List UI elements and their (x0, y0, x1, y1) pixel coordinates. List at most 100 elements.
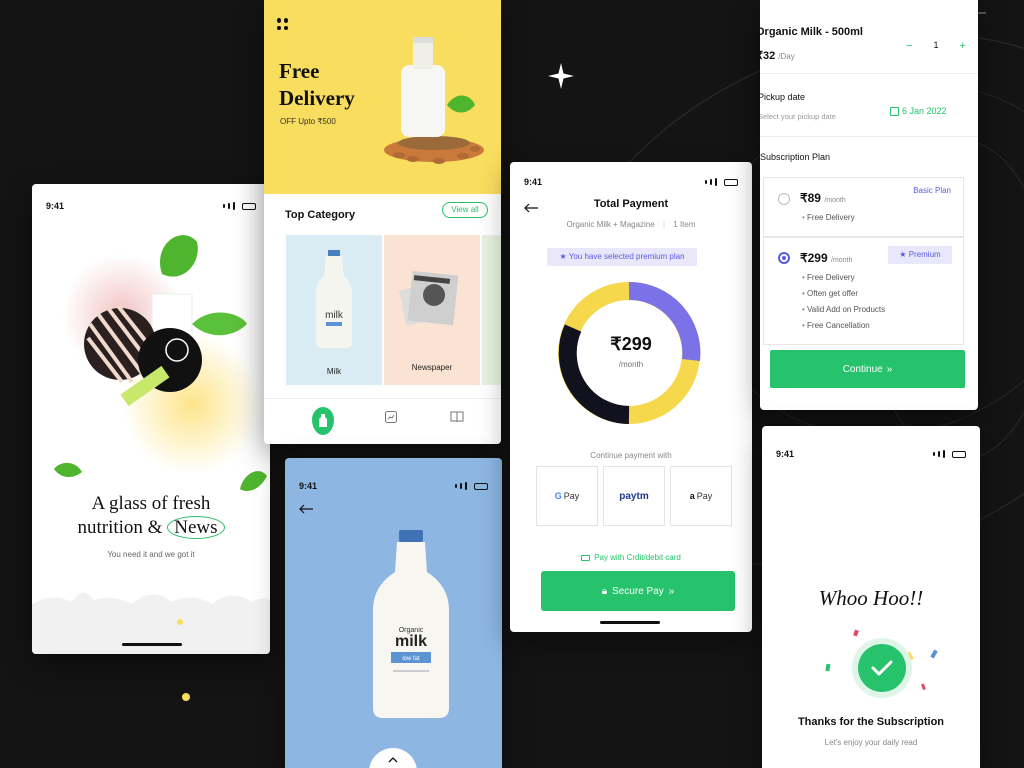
amazon-icon: a (689, 491, 695, 501)
continue-payment-label: Continue payment with (590, 451, 672, 460)
status-bar: 9:41 (285, 476, 502, 496)
expand-handle[interactable] (369, 748, 417, 768)
home-screen: Free Delivery OFF Upto ₹500 Top Category … (264, 0, 501, 444)
promo-subtitle: OFF Upto ₹500 (280, 117, 336, 126)
lock-icon: 🔒︎ (601, 585, 608, 597)
view-all-button[interactable]: View all (442, 202, 488, 218)
quantity-value: 1 (933, 40, 939, 50)
status-time: 9:41 (46, 201, 65, 211)
product-screen: 9:41 Organic milk low fat (285, 458, 502, 768)
pickup-label: Pickup date (760, 92, 806, 102)
gpay-option[interactable]: G Pay (536, 466, 598, 526)
title-line-2: nutrition & News (32, 516, 270, 540)
star-icon: ★ (899, 250, 907, 259)
plan-price: ₹89 /month (800, 191, 846, 205)
star-icon: ★ (559, 252, 567, 261)
continue-button[interactable]: Continue» (770, 350, 965, 388)
news-highlight: News (167, 516, 225, 539)
splash-illustration (54, 235, 267, 492)
status-bar: 9:41 (762, 444, 980, 464)
section-title: Top Category (285, 209, 356, 221)
milk-bottle-almonds-image (384, 37, 484, 164)
title-line-1: A glass of fresh (91, 493, 211, 514)
page-title: Total Payment (593, 198, 669, 210)
chart-icon[interactable] (385, 411, 397, 423)
status-bar: 9:41 (32, 196, 270, 216)
nav-home-tab[interactable] (312, 407, 334, 435)
svg-text:milk: milk (395, 633, 427, 650)
home-indicator (122, 643, 182, 646)
success-screen: 9:41 Whoo Hoo!! Thanks for the Subscript… (762, 426, 980, 768)
check-icon (871, 660, 893, 676)
splash-subtitle: You need it and we got it (107, 550, 195, 559)
payment-amount: ₹299 (610, 334, 652, 354)
order-items: Organic Milk + Magazine (566, 220, 655, 229)
category-label: Newspaper (411, 363, 453, 372)
double-chevron-right-icon: » (668, 585, 675, 597)
plan-card-premium[interactable]: ₹299 /month ★ Premium Free Delivery Ofte… (763, 237, 964, 345)
status-bar: 9:41 (510, 172, 752, 192)
order-count: 1 Item (673, 220, 696, 229)
splash-screen: 9:41 A glass of fresh nutrition & News Y… (32, 184, 270, 654)
promo-title: Free Delivery (279, 59, 355, 110)
category-label: Milk (326, 367, 342, 376)
product-price: ₹32 /Day (760, 50, 795, 62)
amazonpay-option[interactable]: a Pay (670, 466, 732, 526)
plus-button[interactable]: + (960, 40, 966, 52)
plan-badge: Basic Plan (913, 186, 951, 195)
milk-bottle-icon (319, 414, 327, 427)
plan-label: Subscription Plan (760, 152, 831, 162)
card-icon (581, 554, 591, 561)
selected-plan-notice: ★ You have selected premium plan (547, 248, 697, 266)
secure-pay-button[interactable]: 🔒︎ Secure Pay» (541, 571, 735, 611)
calendar-icon (890, 107, 899, 117)
product-name: Organic Milk - 500ml (760, 26, 863, 38)
paytm-option[interactable]: paytm (603, 466, 665, 526)
status-time: 9:41 (524, 177, 543, 187)
showcase-canvas: 9:41 A glass of fresh nutrition & News Y… (0, 0, 1024, 768)
milk-bottle-image: Organic milk low fat (373, 530, 449, 718)
pickup-date-value[interactable]: 6 Jan 2022 (890, 106, 947, 117)
success-headline: Whoo Hoo!! (818, 586, 924, 610)
sparkle-star-icon (548, 63, 574, 89)
status-time: 9:41 (299, 481, 318, 491)
plan-price: ₹299 /month (800, 251, 853, 265)
plan-badge: ★ Premium (888, 246, 952, 264)
card-payment-link[interactable]: Pay with Crdit/debit card (510, 553, 752, 562)
svg-text:milk: milk (325, 310, 344, 321)
order-summary: Organic Milk + Magazine | 1 Item (566, 220, 696, 229)
success-title: Thanks for the Subscription (797, 716, 945, 728)
success-subtitle: Let's enjoy your daily read (824, 738, 918, 747)
category-card-more[interactable] (482, 235, 501, 385)
grid-dots-icon[interactable] (277, 18, 289, 30)
splash-title: A glass of fresh nutrition & News (32, 492, 270, 540)
quantity-stepper: − 1 + (906, 40, 966, 52)
yellow-dot-decor (182, 693, 190, 701)
book-icon[interactable] (450, 411, 464, 423)
double-chevron-right-icon: » (886, 363, 893, 375)
svg-text:low fat: low fat (402, 656, 420, 662)
success-check-badge (852, 638, 912, 698)
bottom-nav (264, 398, 501, 444)
milk-bottle-icon: milk (316, 250, 352, 348)
arrow-left-icon[interactable] (298, 504, 314, 514)
chevron-up-icon (388, 757, 398, 763)
promo-banner[interactable]: Free Delivery OFF Upto ₹500 (264, 0, 501, 194)
payment-methods: G Pay paytm a Pay (536, 466, 732, 526)
category-card-newspaper[interactable]: Newspaper (384, 235, 480, 385)
minus-button[interactable]: − (906, 40, 912, 52)
subscription-screen: Organic Milk - 500ml ₹32 /Day − 1 + Pick… (760, 0, 978, 410)
plan-radio-selected[interactable] (778, 252, 790, 264)
newspaper-icon (398, 270, 459, 326)
pickup-placeholder[interactable]: Select your pickup date (760, 112, 836, 121)
payment-screen: 9:41 Total Payment Organic Milk + Magazi… (510, 162, 752, 632)
google-icon: G (554, 491, 562, 501)
status-time: 9:41 (776, 449, 795, 459)
plan-features: Free Delivery (802, 210, 855, 226)
category-card-milk[interactable]: milk Milk (286, 235, 382, 385)
plan-card-basic[interactable]: ₹89 /month Basic Plan Free Delivery (763, 177, 964, 237)
plan-radio[interactable] (778, 193, 790, 205)
plan-features: Free Delivery Often get offer Valid Add … (802, 270, 885, 334)
home-indicator (600, 621, 660, 624)
payment-period: /month (618, 360, 644, 369)
